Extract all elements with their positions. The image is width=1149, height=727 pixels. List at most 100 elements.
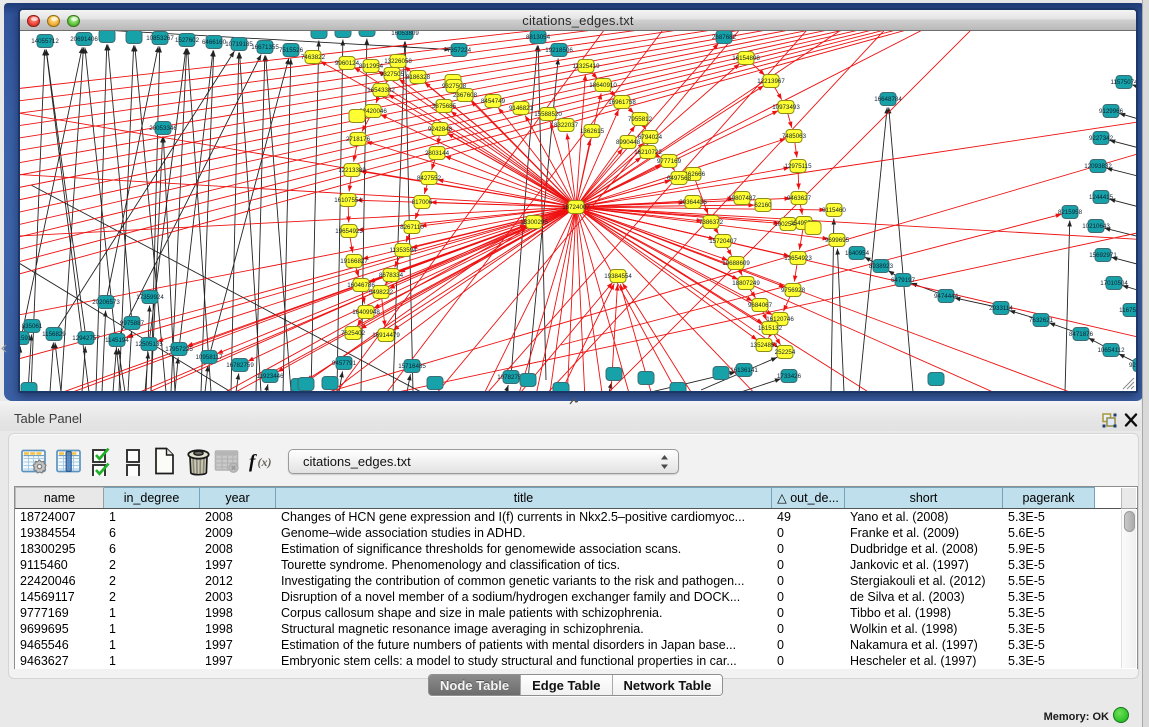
cell-title[interactable]: Corpus callosum shape and size in male p… [276,605,772,621]
graph-node[interactable]: 18640910 [589,79,617,92]
sidebar-collapse-arrow[interactable] [1,344,7,353]
graph-node[interactable] [298,378,314,391]
graph-node[interactable]: 391591 [20,332,32,345]
window-minimize-button[interactable] [47,15,60,28]
graph-node[interactable]: 16961758 [608,96,636,109]
cell-year[interactable]: 2008 [200,541,276,557]
float-panel-icon[interactable] [1102,413,1117,428]
graph-node[interactable]: 20206573 [92,296,120,309]
graph-node[interactable]: 16053809 [391,31,419,40]
graph-node[interactable] [638,372,654,385]
table-source-dropdown[interactable]: citations_edges.txt [288,449,679,474]
column-header-name[interactable]: name [15,487,104,508]
cell-short[interactable]: Hescheler et al. (1997) [845,653,1003,669]
cell-title[interactable]: Genome–wide association studies in ADHD. [276,525,772,541]
cell-out-de-[interactable]: 0 [772,637,845,653]
cell-short[interactable]: Stergiakouli et al. (2012) [845,573,1003,589]
cell-pagerank[interactable]: 5.5E-5 [1003,573,1095,589]
cell-short[interactable]: Jankovic et al. (1997) [845,557,1003,573]
cell-title[interactable]: Estimation of significance thresholds fo… [276,541,772,557]
cell-in-degree[interactable]: 6 [104,541,200,557]
table-row[interactable]: 977716911998Corpus callosum shape and si… [15,605,1137,621]
table-row[interactable]: 1872400712008Changes of HCN gene express… [15,509,1137,525]
graph-node[interactable]: 1244415 [1089,191,1114,204]
delete-table-button[interactable] [214,449,239,473]
cell-name[interactable]: 9777169 [15,605,104,621]
graph-node[interactable]: 15720407 [709,235,737,248]
close-panel-icon[interactable] [1124,413,1138,427]
graph-node[interactable] [713,367,729,380]
graph-node[interactable] [606,368,622,381]
window-close-button[interactable] [27,15,40,28]
table-row[interactable]: 1830029562008Estimation of significance … [15,541,1137,557]
cell-in-degree[interactable]: 6 [104,525,200,541]
graph-node[interactable]: 252254 [775,346,796,359]
graph-node[interactable]: 16136141 [730,364,758,377]
graph-node[interactable]: 9227342 [1089,132,1114,145]
cell-short[interactable]: Yano et al. (2008) [845,509,1003,525]
graph-node[interactable]: 15692971 [1089,249,1117,262]
graph-node[interactable]: 20364436 [679,196,707,209]
cell-short[interactable]: Tibbo et al. (1998) [845,605,1003,621]
graph-node[interactable]: 9457791 [332,357,357,370]
table-row[interactable]: 1938455462009Genome–wide association stu… [15,525,1137,541]
graph-node[interactable] [427,377,443,390]
column-header-in-degree[interactable]: in_degree [104,487,200,508]
select-all-button[interactable] [91,446,117,476]
cell-year[interactable]: 2009 [200,525,276,541]
graph-node[interactable]: 11575074 [1110,76,1136,89]
cell-short[interactable]: Franke et al. (2009) [845,525,1003,541]
graph-node[interactable]: 10688609 [722,257,750,270]
network-graph-canvas[interactable]: 1405571220691406108532671527602646616010… [20,31,1136,391]
cell-in-degree[interactable]: 1 [104,637,200,653]
graph-node[interactable]: 1733426 [777,370,802,383]
cell-name[interactable]: 9465546 [15,637,104,653]
graph-node[interactable]: 2933114 [989,302,1013,315]
memory-status-indicator[interactable] [1113,707,1129,723]
graph-node[interactable]: 8215958 [1058,206,1083,219]
cell-year[interactable]: 1998 [200,621,276,637]
cell-pagerank[interactable]: 5.3E-5 [1003,589,1095,605]
cell-year[interactable]: 2012 [200,573,276,589]
graph-node[interactable] [520,374,536,387]
cell-out-de-[interactable]: 0 [772,525,845,541]
delete-columns-button[interactable] [185,445,212,477]
column-header-year[interactable]: year [200,487,276,508]
graph-node[interactable] [99,31,115,43]
graph-node[interactable]: 1156829 [42,328,66,341]
graph-node[interactable]: 16648784 [874,93,902,106]
cell-short[interactable]: Nakamura et al. (1997) [845,637,1003,653]
graph-node[interactable]: 16107554 [334,194,362,207]
graph-node[interactable]: 13226058 [384,55,412,68]
graph-node[interactable]: 11325419 [572,60,600,73]
cell-out-de-[interactable]: 0 [772,621,845,637]
graph-node[interactable]: 12213967 [757,75,785,88]
window-zoom-button[interactable] [67,15,80,28]
graph-node[interactable]: 8322037 [554,119,579,132]
cell-pagerank[interactable]: 5.3E-5 [1003,509,1095,525]
cell-year[interactable]: 1997 [200,637,276,653]
table-row[interactable]: 911546021997Tourette syndrome. Phenomeno… [15,557,1137,573]
graph-node[interactable]: 19384554 [604,270,632,283]
splitter-handle[interactable] [568,398,580,405]
graph-node[interactable]: 16914479 [372,329,400,342]
graph-node[interactable]: 1167535 [1119,304,1136,317]
graph-node[interactable]: 2687682 [712,31,737,44]
cell-year[interactable]: 1998 [200,605,276,621]
graph-node[interactable]: 1362615 [580,125,605,138]
column-header-pagerank[interactable]: pagerank [1003,487,1095,508]
graph-node[interactable] [21,383,37,392]
cell-pagerank[interactable]: 5.3E-5 [1003,653,1095,669]
table-vertical-scrollbar[interactable] [1121,510,1136,668]
cell-in-degree[interactable]: 2 [104,573,200,589]
graph-node[interactable]: 9960124 [335,57,360,70]
graph-node[interactable] [928,373,944,386]
graph-node[interactable]: 8813054 [526,31,551,44]
function-builder-button[interactable]: f(x) [249,450,275,472]
graph-node[interactable] [359,31,375,37]
graph-node[interactable]: 9474444 [934,290,959,303]
graph-node[interactable]: 8427552 [417,172,442,185]
cell-in-degree[interactable]: 2 [104,589,200,605]
cell-in-degree[interactable]: 1 [104,509,200,525]
graph-node[interactable]: 1145194 [105,334,129,347]
